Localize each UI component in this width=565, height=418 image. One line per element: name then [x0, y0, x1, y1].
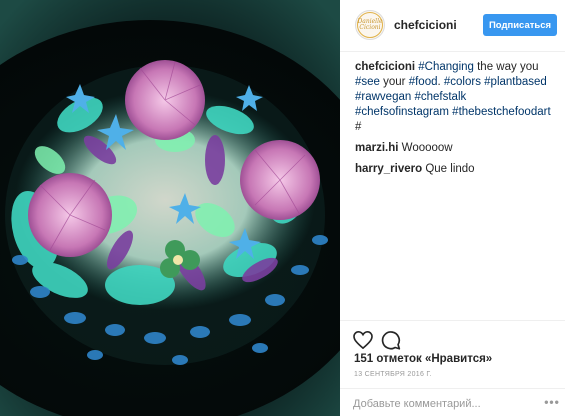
comment-username[interactable]: harry_rivero [355, 163, 422, 175]
instagram-post: Danielle Cicioni chefcicioni Подписаться… [0, 0, 565, 416]
post-date[interactable]: 13 СЕНТЯБРЯ 2016 Г. [354, 371, 432, 378]
caption-fragment: your [379, 76, 409, 88]
add-comment-bar: ••• [340, 388, 565, 418]
caption-username[interactable]: chefcicioni [355, 61, 415, 73]
comment-item: harry_rivero Que lindo [355, 162, 560, 177]
post-sidebar: Danielle Cicioni chefcicioni Подписаться… [340, 0, 565, 416]
comment-text: Wooooow [401, 142, 453, 154]
hashtag-link[interactable]: #food [409, 76, 438, 88]
caption: chefcicioni #Changing the way you #see y… [355, 60, 560, 135]
post-header: Danielle Cicioni chefcicioni Подписаться [340, 0, 565, 52]
add-comment-input[interactable] [353, 396, 533, 412]
caption-fragment: the way you [473, 61, 539, 73]
likes-count[interactable]: 151 отметок «Нравится» [354, 353, 492, 365]
hashtag-link[interactable]: #colors [444, 76, 481, 88]
hashtag-link[interactable]: #thebestchefoodart [452, 106, 550, 118]
comment-item: marzi.hi Wooooow [355, 141, 560, 156]
comment-username[interactable]: marzi.hi [355, 142, 398, 154]
comments-list: chefcicioni #Changing the way you #see y… [355, 60, 560, 183]
hashtag-link[interactable]: #plantbased [484, 76, 547, 88]
avatar-logo: Danielle Cicioni [357, 12, 383, 38]
hashtag-link[interactable]: #chefsofinstagram [355, 106, 449, 118]
follow-button[interactable]: Подписаться [483, 14, 557, 36]
hashtag-link[interactable]: #chefstalk [414, 91, 466, 103]
comment-button[interactable] [380, 329, 402, 351]
post-actions: 151 отметок «Нравится» 13 СЕНТЯБРЯ 2016 … [340, 320, 565, 417]
author-username[interactable]: chefcicioni [394, 18, 457, 32]
hashtag-link[interactable]: #rawvegan [355, 91, 411, 103]
food-plate-image [0, 0, 340, 416]
like-button[interactable] [352, 329, 374, 351]
comment-text: Que lindo [425, 163, 475, 175]
heart-icon [353, 331, 373, 349]
post-photo[interactable] [0, 0, 340, 416]
hashtag-link[interactable]: #Changing [418, 61, 474, 73]
caption-fragment: # [355, 121, 362, 133]
avatar[interactable]: Danielle Cicioni [355, 10, 385, 40]
hashtag-link[interactable]: #see [355, 76, 380, 88]
comment-bubble-icon [381, 331, 401, 350]
more-dots-icon[interactable]: ••• [544, 395, 560, 411]
